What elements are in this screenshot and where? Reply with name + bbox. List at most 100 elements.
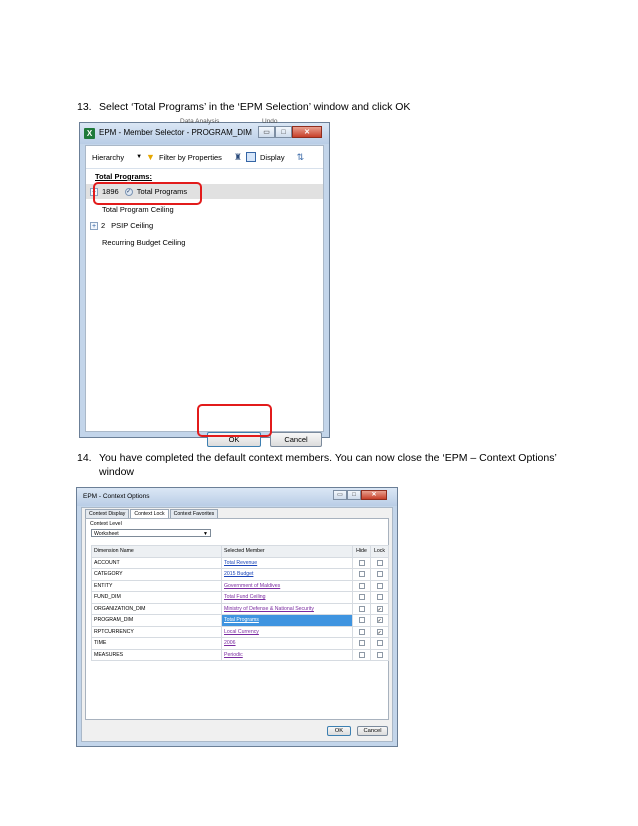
lock-cell xyxy=(370,568,389,581)
table-row[interactable]: MEASURES Periodic xyxy=(91,648,389,661)
context-options-titlebar[interactable]: EPM - Context Options ▭ □ ✕ xyxy=(77,488,397,506)
hide-checkbox[interactable] xyxy=(358,651,365,658)
selected-member-link[interactable]: Government of Maldives xyxy=(221,579,353,592)
hide-checkbox[interactable] xyxy=(358,571,365,578)
window-controls: ▭ □ ✕ xyxy=(258,126,322,138)
selected-member-link[interactable]: Total Fund Ceiling xyxy=(221,591,353,604)
sort-icon[interactable]: ⇅ xyxy=(297,152,305,163)
hide-cell xyxy=(352,591,371,604)
context-tabs: Context Display Context Lock Context Fav… xyxy=(85,509,219,518)
lock-cell: ✓ xyxy=(370,625,389,638)
hide-checkbox[interactable] xyxy=(358,628,365,635)
hide-checkbox[interactable] xyxy=(358,559,365,566)
context-level-select[interactable]: Worksheet ▼ xyxy=(91,529,211,537)
tab-context-lock[interactable]: Context Lock xyxy=(130,509,169,518)
minimize-button[interactable]: ▭ xyxy=(258,126,275,138)
table-row[interactable]: TIME 2006 xyxy=(91,637,389,650)
table-row[interactable]: FUND_DIM Total Fund Ceiling xyxy=(91,591,389,604)
column-header-member: Selected Member xyxy=(221,545,353,558)
lock-cell xyxy=(370,591,389,604)
step-13-instruction: 13. Select ‘Total Programs’ in the ‘EPM S… xyxy=(77,100,410,114)
column-header-lock: Lock xyxy=(370,545,389,558)
lock-checkbox[interactable]: ✓ xyxy=(376,605,383,613)
member-selector-titlebar[interactable]: X EPM - Member Selector - PROGRAM_DIM ▭ … xyxy=(80,123,329,144)
lock-checkbox[interactable] xyxy=(376,571,383,578)
tab-context-display[interactable]: Context Display xyxy=(85,509,130,518)
hide-checkbox[interactable] xyxy=(358,640,365,647)
hide-checkbox[interactable] xyxy=(358,605,365,612)
lock-cell xyxy=(370,637,389,650)
filter-icon[interactable]: ▼ xyxy=(146,152,155,162)
member-selector-title: EPM - Member Selector - PROGRAM_DIM xyxy=(99,128,252,137)
context-level-label: Context Level xyxy=(90,521,122,527)
display-button[interactable]: Display xyxy=(260,153,285,162)
dropdown-arrow-icon[interactable]: ▼ xyxy=(136,154,142,160)
hide-checkbox[interactable] xyxy=(358,617,365,624)
maximize-button[interactable]: □ xyxy=(275,126,292,138)
hierarchy-label[interactable]: Hierarchy xyxy=(92,153,124,162)
table-row[interactable]: CATEGORY 2015 Budget xyxy=(91,568,389,581)
table-row[interactable]: ACCOUNT Total Revenue xyxy=(91,556,389,569)
filter-by-properties-button[interactable]: Filter by Properties xyxy=(159,153,222,162)
step-14-number: 14. xyxy=(77,452,92,464)
hide-checkbox[interactable] xyxy=(358,594,365,601)
context-cancel-button[interactable]: Cancel xyxy=(357,726,388,736)
hide-cell xyxy=(352,556,371,569)
lock-checkbox[interactable]: ✓ xyxy=(376,617,383,624)
context-level-value: Worksheet xyxy=(94,531,119,537)
member-label: PSIP Ceiling xyxy=(111,221,154,230)
chevron-down-icon: ▼ xyxy=(203,531,208,537)
lock-checkbox[interactable] xyxy=(376,651,383,658)
member-selector-window: X EPM - Member Selector - PROGRAM_DIM ▭ … xyxy=(79,122,330,447)
context-lock-table: Dimension Name Selected Member Hide Lock… xyxy=(91,545,389,661)
step-13-number: 13. xyxy=(77,101,92,113)
lock-cell xyxy=(370,556,389,569)
table-row[interactable]: RPTCURRENCY Local Currency ✓ xyxy=(91,625,389,638)
table-row[interactable]: PROGRAM_DIM Total Programs ✓ xyxy=(91,614,389,627)
selected-member-link[interactable]: Local Currency xyxy=(221,625,353,638)
selected-member-link[interactable]: Total Programs xyxy=(221,614,353,627)
tree-row-recurring-budget-ceiling[interactable]: Recurring Budget Ceiling xyxy=(86,235,323,250)
hide-cell xyxy=(352,648,371,661)
step-14-instruction: 14. You have completed the default contex… xyxy=(77,451,557,479)
selected-member-link[interactable]: 2015 Budget xyxy=(221,568,353,581)
dimension-name-cell: RPTCURRENCY xyxy=(91,625,222,638)
dimension-name-cell: ACCOUNT xyxy=(91,556,222,569)
cancel-button[interactable]: Cancel xyxy=(270,432,322,447)
excel-icon: X xyxy=(84,128,95,139)
hide-cell xyxy=(352,637,371,650)
lock-checkbox[interactable]: ✓ xyxy=(376,628,383,636)
tree-row-psip-ceiling[interactable]: + 2 PSIP Ceiling xyxy=(86,218,323,233)
expand-icon[interactable]: + xyxy=(90,221,98,230)
find-icon[interactable]: ♜ xyxy=(234,152,242,163)
selected-member-link[interactable]: Total Revenue xyxy=(221,556,353,569)
lock-checkbox[interactable] xyxy=(376,594,383,601)
tab-context-favorites[interactable]: Context Favorites xyxy=(169,509,219,518)
column-header-hide: Hide xyxy=(352,545,371,558)
table-row[interactable]: ORGANIZATION_DIM Ministry of Defense & Na… xyxy=(91,602,389,615)
minimize-button[interactable]: ▭ xyxy=(333,490,347,500)
step-14-text-line1: You have completed the default context m… xyxy=(99,452,557,464)
member-code: 2 xyxy=(101,221,106,230)
peek-data-analysis: Data Analysis xyxy=(180,118,220,125)
hide-cell xyxy=(352,602,371,615)
lock-checkbox[interactable] xyxy=(376,582,383,589)
close-button[interactable]: ✕ xyxy=(361,490,387,500)
close-button[interactable]: ✕ xyxy=(292,126,322,138)
dimension-name-cell: ORGANIZATION_DIM xyxy=(91,602,222,615)
context-ok-button[interactable]: OK xyxy=(327,726,351,736)
step-14-text-line2: window xyxy=(99,466,135,478)
hide-cell xyxy=(352,568,371,581)
lock-checkbox[interactable] xyxy=(376,640,383,647)
context-options-body: Context Display Context Lock Context Fav… xyxy=(81,507,393,742)
hide-checkbox[interactable] xyxy=(358,582,365,589)
selected-member-link[interactable]: Ministry of Defense & National Security xyxy=(221,602,353,615)
table-row[interactable]: ENTITY Government of Maldives xyxy=(91,579,389,592)
table-header-row: Dimension Name Selected Member Hide Lock xyxy=(91,545,389,558)
selected-member-link[interactable]: Periodic xyxy=(221,648,353,661)
selected-member-link[interactable]: 2006 xyxy=(221,637,353,650)
highlight-total-programs xyxy=(93,182,202,205)
lock-checkbox[interactable] xyxy=(376,559,383,566)
hide-cell xyxy=(352,625,371,638)
maximize-button[interactable]: □ xyxy=(347,490,361,500)
